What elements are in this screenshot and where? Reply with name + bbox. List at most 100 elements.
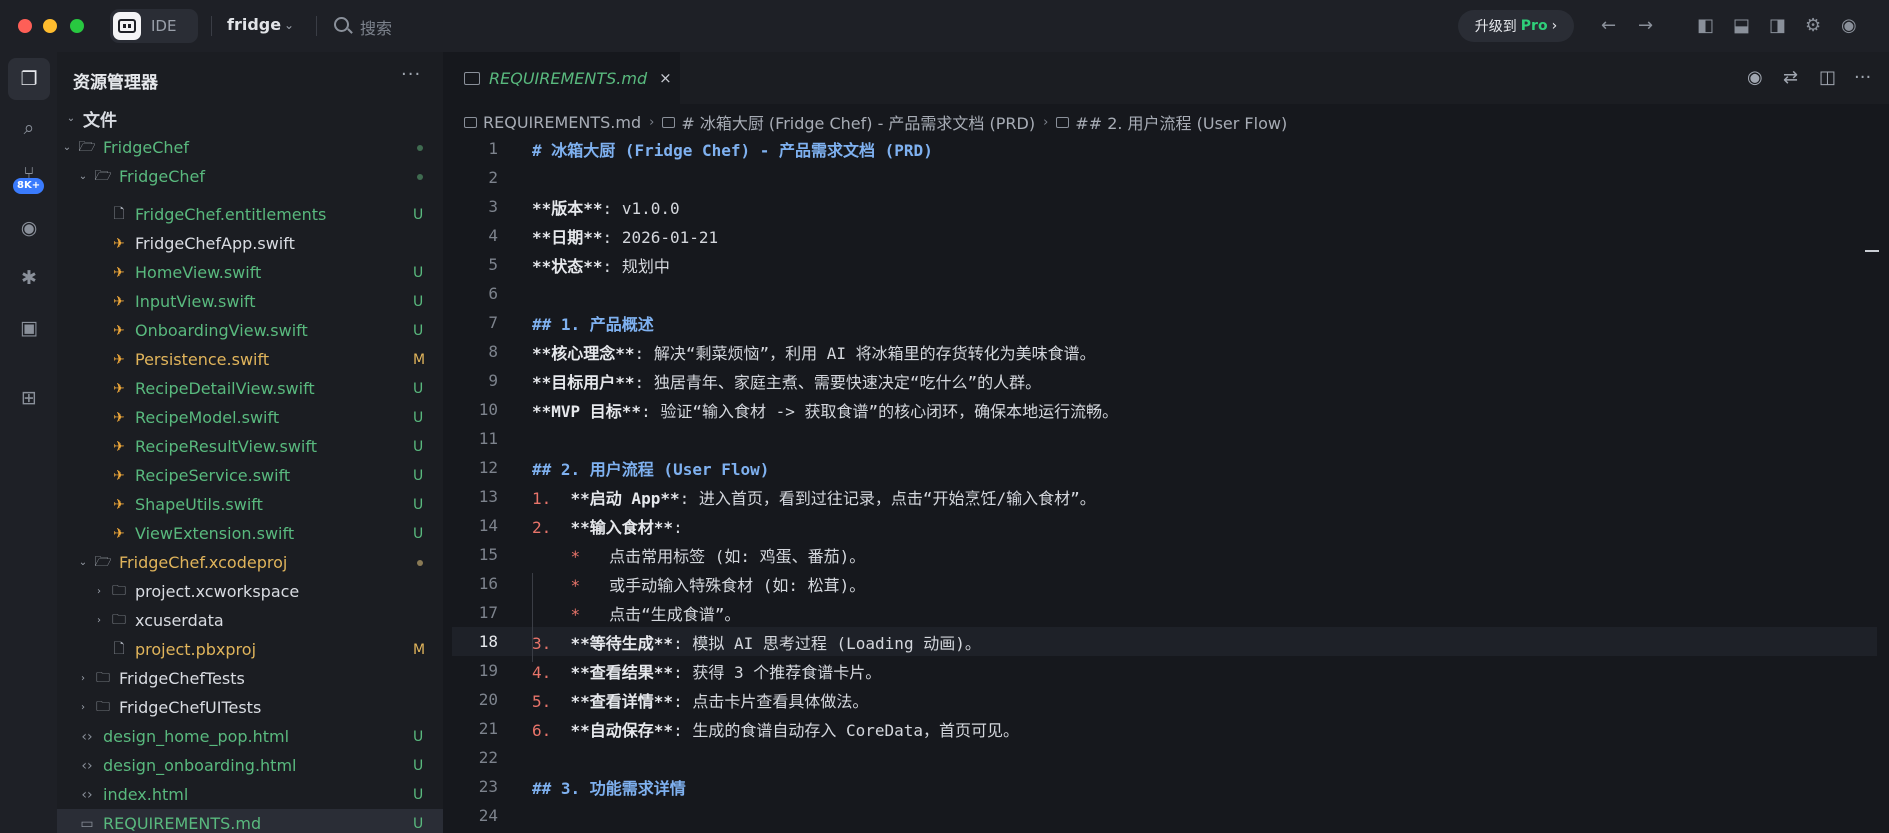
gear-icon[interactable]: ⚙ [1805,16,1821,36]
code-line[interactable]: 2 [452,163,1877,192]
code-line[interactable]: 9 **目标用户**: 独居青年、家庭主煮、需要快速决定“吃什么”的人群。 [452,366,1877,395]
code-line[interactable]: 4 **日期**: 2026-01-21 [452,221,1877,250]
tree-item[interactable]: ⌄ 🗁 FridgeChef [57,162,443,191]
code-line[interactable]: 14 2. **输入食材**: [452,511,1877,540]
explorer-files-icon[interactable]: ❐ [15,65,43,93]
eye-icon[interactable]: ◉ [15,214,43,242]
chevron-right-icon[interactable]: › [93,615,105,626]
git-status-badge: U [413,757,424,774]
toggle-left-panel-icon[interactable]: ◧ [1697,16,1714,36]
extensions-grid-icon[interactable]: ⊞ [15,384,43,412]
search-icon[interactable] [334,17,349,32]
tree-item[interactable]: ✈ ShapeUtils.swift U [57,490,443,519]
line-text: * 点击“生成食谱”。 [532,601,741,625]
chevron-right-icon[interactable]: › [93,586,105,597]
tree-item[interactable]: ✈ ViewExtension.swift U [57,519,443,548]
code-line[interactable]: 11 [452,424,1877,453]
code-line[interactable]: 21 6. **自动保存**: 生成的食谱自动存入 CoreData，首页可见。 [452,714,1877,743]
tree-item[interactable]: › 🗀 xcuserdata [57,606,443,635]
bold-token: **目标用户** [532,372,635,392]
search-panel-icon[interactable]: ⌕ [15,114,43,142]
forward-arrow-icon[interactable]: → [1638,16,1653,36]
remote-explorer-icon[interactable]: ▣ [15,314,43,342]
code-line[interactable]: 18 3. **等待生成**: 模拟 AI 思考过程 (Loading 动画)。 [452,627,1877,656]
code-line[interactable]: 15 * 点击常用标签 (如: 鸡蛋、番茄)。 [452,540,1877,569]
tree-item[interactable]: ✈ RecipeDetailView.swift U [57,374,443,403]
heading-token: # 冰箱大厨 (Fridge Chef) - 产品需求文档 (PRD) [532,140,933,160]
list-marker-token: * [570,546,581,566]
project-selector[interactable]: fridge [227,15,281,34]
tree-item[interactable]: ⌄ 🗁 FridgeChef.xcodeproj [57,548,443,577]
code-line[interactable]: 10 **MVP 目标**: 验证“输入食材 -> 获取食谱”的核心闭环，确保本地… [452,395,1877,424]
section-header-files[interactable]: ⌄ 文件 [57,104,443,133]
tree-item[interactable]: ✈ OnboardingView.swift U [57,316,443,345]
breadcrumb-item[interactable]: # 冰箱大厨 (Fridge Chef) - 产品需求文档 (PRD) [681,110,1035,134]
file-icon: 🗋 [113,205,125,222]
split-editor-icon[interactable]: ◫ [1819,68,1836,88]
code-line[interactable]: 12 ## 2. 用户流程 (User Flow) [452,453,1877,482]
zoom-window-button[interactable] [70,19,84,33]
back-arrow-icon[interactable]: ← [1601,16,1616,36]
compare-changes-icon[interactable]: ⇄ [1783,68,1798,88]
bug-icon[interactable]: ✱ [15,264,43,292]
chevron-right-icon[interactable]: › [77,702,89,713]
tree-item[interactable]: ‹› design_home_pop.html U [57,722,443,751]
tree-item[interactable]: ✈ Persistence.swift M [57,345,443,374]
code-line[interactable]: 6 [452,279,1877,308]
tree-item-label: HomeView.swift [135,263,262,282]
ide-mode-switch[interactable]: IDE [110,9,198,43]
tree-item[interactable]: › 🗀 project.xcworkspace [57,577,443,606]
tree-item[interactable]: ✈ FridgeChefApp.swift [57,229,443,258]
tab-requirements-md[interactable]: REQUIREMENTS.md × [452,52,680,104]
account-icon[interactable]: ◉ [1841,16,1857,36]
tree-item[interactable]: ✈ RecipeService.swift U [57,461,443,490]
chevron-down-icon[interactable]: ⌄ [77,557,89,568]
code-line[interactable]: 23 ## 3. 功能需求详情 [452,772,1877,801]
code-line[interactable]: 1 # 冰箱大厨 (Fridge Chef) - 产品需求文档 (PRD) [452,134,1877,163]
more-options-icon[interactable]: ··· [401,64,421,85]
toggle-right-panel-icon[interactable]: ◨ [1769,16,1786,36]
swift-icon: ✈ [113,525,125,542]
minimize-window-button[interactable] [43,19,57,33]
code-line[interactable]: 7 ## 1. 产品概述 [452,308,1877,337]
chevron-right-icon[interactable]: › [77,673,89,684]
code-line[interactable]: 24 [452,801,1877,830]
close-tab-icon[interactable]: × [659,69,672,87]
chevron-down-icon[interactable]: ⌄ [77,171,89,182]
bold-token: **日期** [532,227,603,247]
tree-item[interactable]: › 🗀 FridgeChefTests [57,664,443,693]
code-line[interactable]: 19 4. **查看结果**: 获得 3 个推荐食谱卡片。 [452,656,1877,685]
line-text: * 点击常用标签 (如: 鸡蛋、番茄)。 [532,543,866,567]
tree-item[interactable]: 🗋 project.pbxproj M [57,635,443,664]
tree-item[interactable]: ▭ REQUIREMENTS.md U [57,809,443,833]
code-line[interactable]: 8 **核心理念**: 解决“剩菜烦恼”，利用 AI 将冰箱里的存货转化为美味食谱… [452,337,1877,366]
code-line[interactable]: 16 * 或手动输入特殊食材 (如: 松茸)。 [452,569,1877,598]
code-line[interactable]: 20 5. **查看详情**: 点击卡片查看具体做法。 [452,685,1877,714]
tree-item[interactable]: ‹› design_onboarding.html U [57,751,443,780]
preview-eye-icon[interactable]: ◉ [1747,68,1763,88]
overview-ruler-marker [1865,250,1879,252]
tree-item[interactable]: ✈ HomeView.swift U [57,258,443,287]
tree-item[interactable]: › 🗀 FridgeChefUITests [57,693,443,722]
code-line[interactable]: 17 * 点击“生成食谱”。 [452,598,1877,627]
tree-item[interactable]: ✈ RecipeModel.swift U [57,403,443,432]
breadcrumb-item[interactable]: REQUIREMENTS.md [483,113,641,132]
code-line[interactable]: 5 **状态**: 规划中 [452,250,1877,279]
chevron-down-icon[interactable]: ⌄ [61,142,73,153]
tree-item[interactable]: ‹› index.html U [57,780,443,809]
tree-item[interactable]: ✈ RecipeResultView.swift U [57,432,443,461]
toggle-bottom-panel-icon[interactable]: ⬓ [1733,16,1750,36]
bold-token: **输入食材** [570,517,674,537]
tree-item[interactable]: 🗋 FridgeChef.entitlements U [57,200,443,229]
close-window-button[interactable] [18,19,32,33]
code-line[interactable]: 22 [452,743,1877,772]
search-input[interactable]: 搜索 [360,15,392,39]
tree-item[interactable]: ✈ InputView.swift U [57,287,443,316]
breadcrumb-item[interactable]: ## 2. 用户流程 (User Flow) [1075,110,1287,134]
code-line[interactable]: 13 1. **启动 App**: 进入首页，看到过往记录，点击“开始烹饪/输入食… [452,482,1877,511]
chevron-down-icon[interactable]: ⌄ [284,18,294,32]
code-line[interactable]: 3 **版本**: v1.0.0 [452,192,1877,221]
tree-item[interactable]: ⌄ 🗁 FridgeChef [57,133,443,162]
upgrade-pro-button[interactable]: 升级到 Pro › [1458,10,1574,42]
more-actions-icon[interactable]: ··· [1854,68,1871,88]
